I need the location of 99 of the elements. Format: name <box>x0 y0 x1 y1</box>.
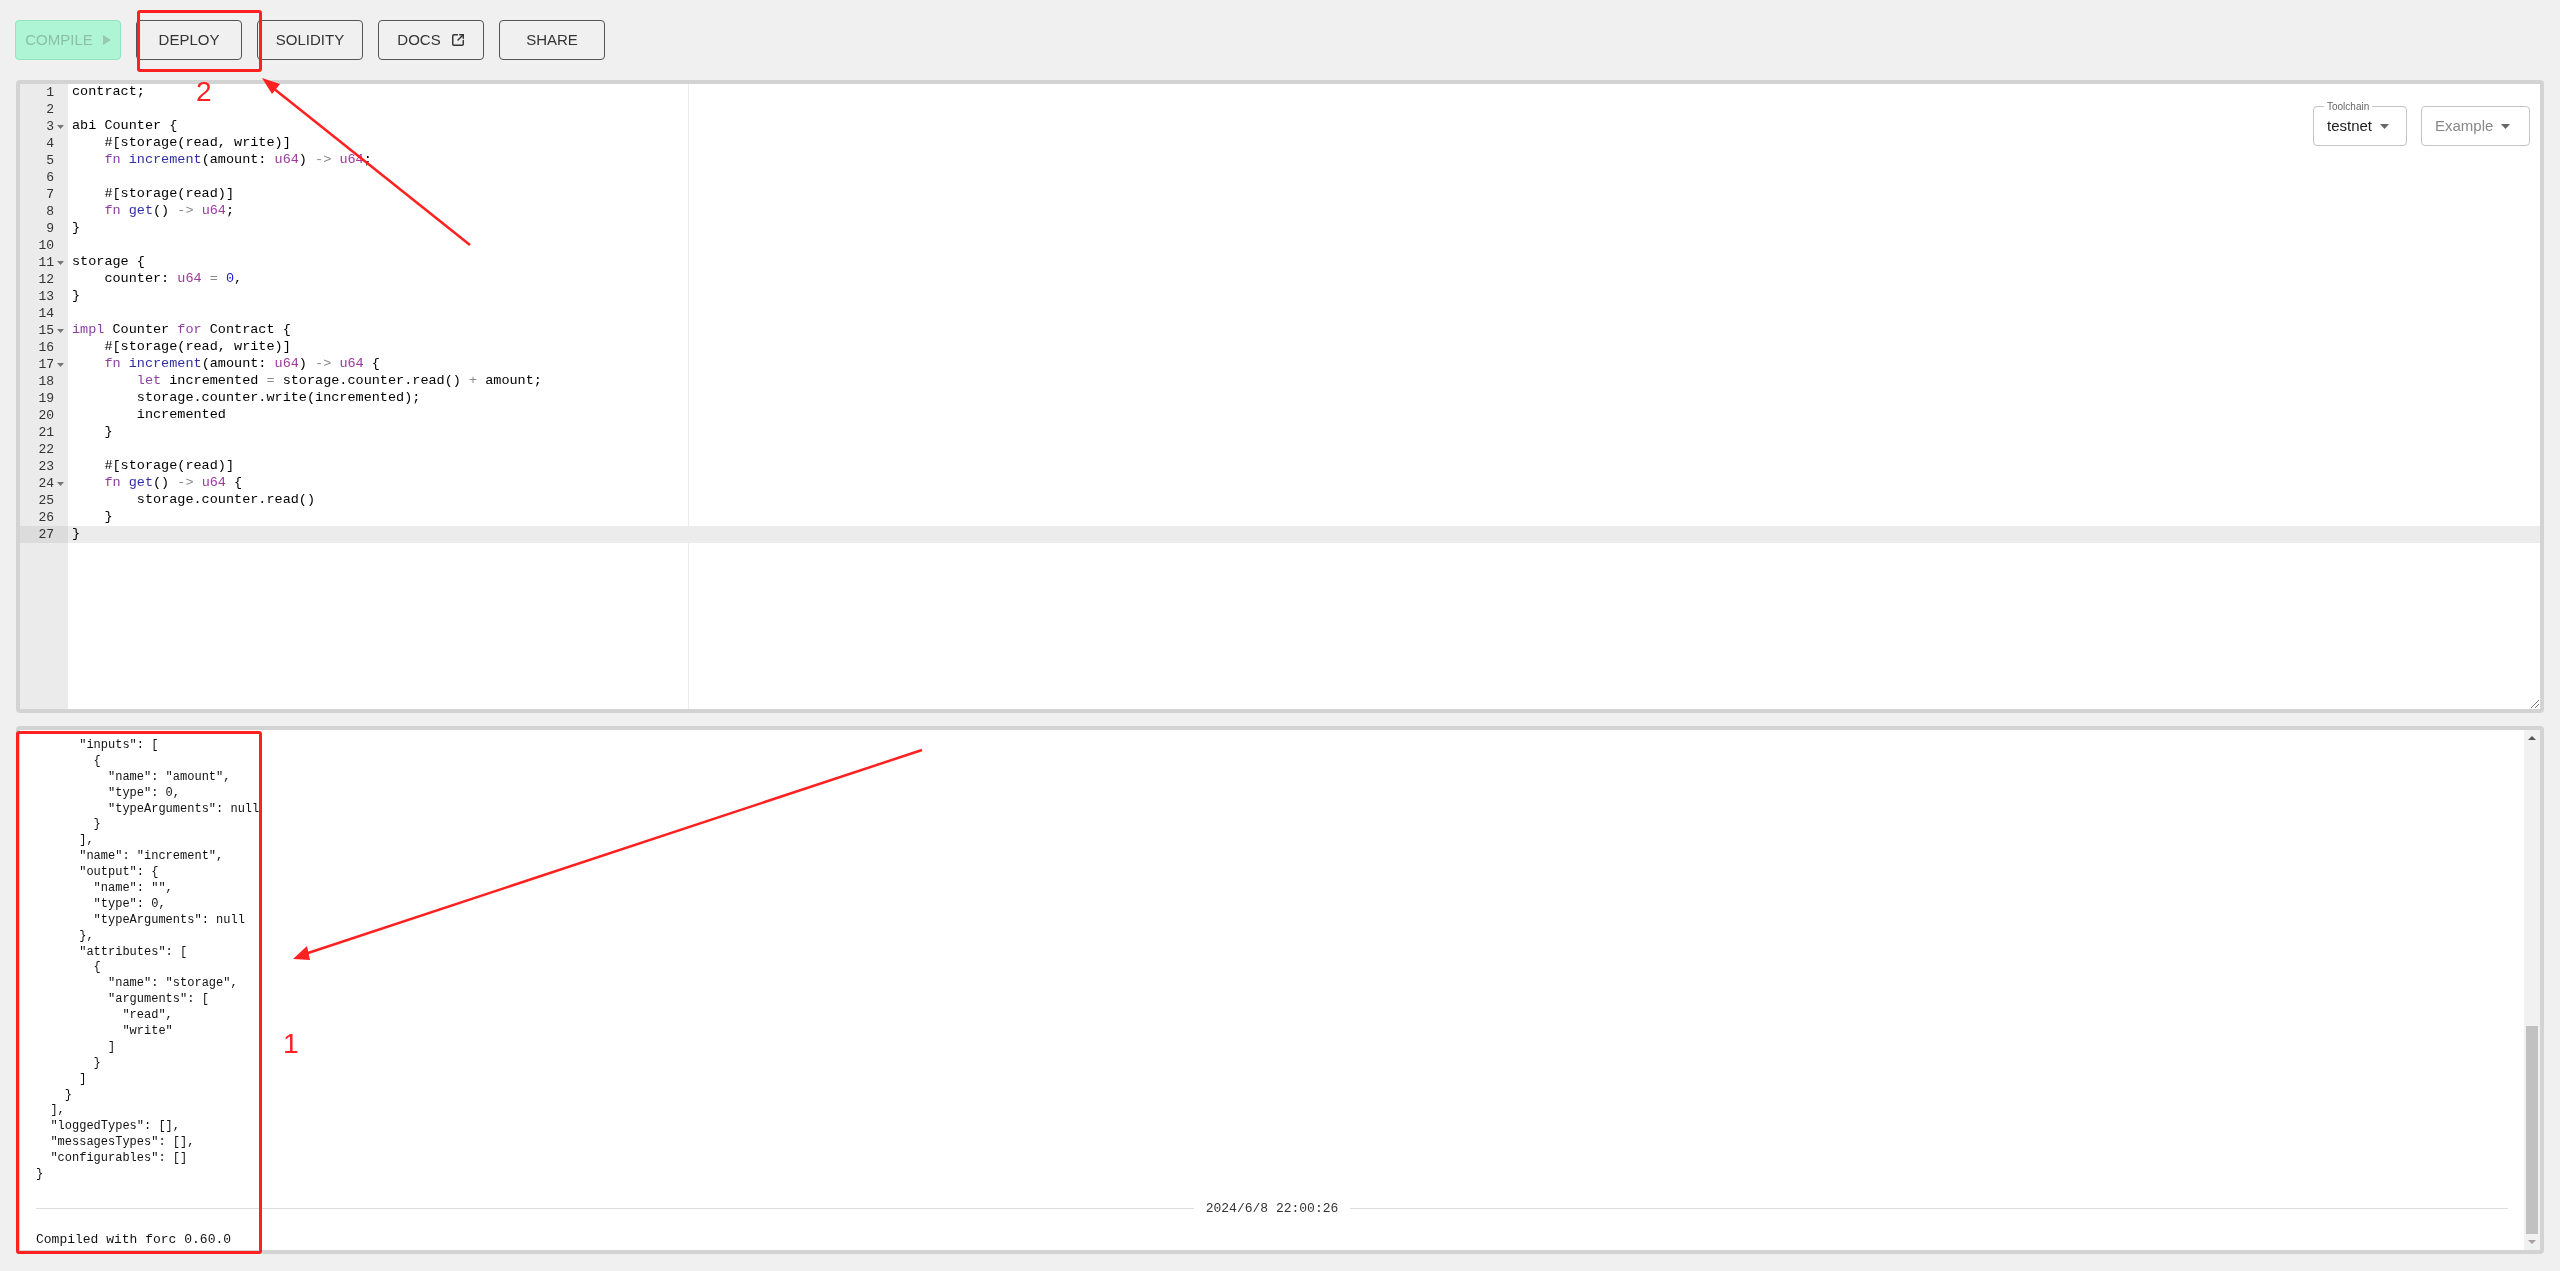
output-line: } <box>63 1087 72 1104</box>
output-line: "arguments": [ <box>107 992 209 1009</box>
code-line: abi Counter { <box>72 117 178 136</box>
code-line: #[storage(read)] <box>103 457 235 476</box>
fold-caret-icon[interactable] <box>56 124 64 129</box>
caret-down-icon <box>2501 123 2511 129</box>
output-line: "messagesTypes": [], <box>49 1135 195 1152</box>
docs-link-button[interactable]: DOCS <box>378 20 484 60</box>
output-line: { <box>92 753 101 770</box>
example-select[interactable]: Example <box>2421 106 2530 146</box>
code-line: #[storage(read, write)] <box>103 338 291 357</box>
output-line: "write" <box>121 1024 173 1040</box>
line-number: 26 <box>38 508 54 527</box>
code-line: #[storage(read)] <box>103 185 235 204</box>
output-line: "name": "storage", <box>107 976 238 993</box>
code-line: } <box>72 525 81 544</box>
line-number: 17 <box>38 355 54 374</box>
output-line: "configurables": [] <box>49 1151 188 1168</box>
line-number: 14 <box>38 304 54 323</box>
output-line: "output": { <box>78 865 159 881</box>
line-number: 10 <box>38 236 54 255</box>
output-line: ], <box>49 1103 65 1120</box>
toolbar-button[interactable]: SHARE <box>499 20 605 60</box>
fold-caret-icon[interactable] <box>56 260 64 265</box>
line-number: 2 <box>46 100 54 119</box>
output-line: "typeArguments": null <box>92 912 245 929</box>
code-line: storage.counter.write(incremented); <box>135 389 421 408</box>
line-number: 19 <box>38 389 54 408</box>
line-number: 6 <box>46 168 54 187</box>
code-line: } <box>72 219 81 238</box>
fold-caret-icon[interactable] <box>56 362 64 367</box>
scrollbar-thumb[interactable] <box>2526 1026 2538 1234</box>
output-line: } <box>36 1167 44 1183</box>
line-number: 16 <box>38 338 54 357</box>
scroll-down-icon[interactable] <box>2528 1240 2536 1244</box>
code-line: incremented <box>135 406 226 425</box>
line-number: 9 <box>46 219 54 238</box>
output-line: } <box>92 1055 101 1072</box>
output-line: "inputs": [ <box>78 738 159 754</box>
line-number: 24 <box>38 474 54 493</box>
compile-status: Compiled with forc 0.60.0 <box>36 1231 232 1250</box>
code-line: storage.counter.read() <box>135 491 316 510</box>
line-number: 15 <box>38 321 54 340</box>
line-number: 11 <box>38 253 54 272</box>
code-line: fn increment(amount: u64) -> u64 { <box>103 355 380 374</box>
annotation-number: 1 <box>283 1030 299 1058</box>
line-number: 12 <box>38 270 54 289</box>
output-line: "type": 0, <box>107 785 181 802</box>
output-line: "attributes": [ <box>78 944 188 961</box>
line-number: 3 <box>46 117 54 136</box>
code-line: fn get() -> u64; <box>103 202 235 221</box>
line-number: 4 <box>46 134 54 153</box>
toolbar-button[interactable]: SOLIDITY <box>257 20 363 60</box>
scroll-up-icon[interactable] <box>2528 736 2536 740</box>
output-line: }, <box>78 928 94 945</box>
code-line: counter: u64 = 0, <box>103 270 243 289</box>
output-line: { <box>92 960 101 977</box>
fold-caret-icon[interactable] <box>56 328 64 333</box>
resize-handle-icon[interactable] <box>2531 700 2539 708</box>
code-line: } <box>103 508 113 527</box>
external-link-icon <box>450 33 465 47</box>
code-line: fn get() -> u64 { <box>103 474 243 493</box>
line-number: 13 <box>38 287 54 306</box>
line-number: 18 <box>38 372 54 391</box>
code-line: storage { <box>72 253 145 272</box>
scrollbar[interactable] <box>2524 730 2540 1250</box>
line-number: 8 <box>46 202 54 221</box>
code-line: contract; <box>72 84 145 102</box>
output-line: "read", <box>121 1008 173 1025</box>
line-number: 23 <box>38 457 54 476</box>
line-number: 21 <box>38 423 54 442</box>
line-number: 25 <box>38 491 54 510</box>
output-line: ] <box>78 1071 87 1088</box>
code-line: } <box>72 287 81 306</box>
fold-caret-icon[interactable] <box>56 481 64 486</box>
line-number: 20 <box>38 406 54 425</box>
output-line: "name": "amount", <box>107 769 231 786</box>
line-number: 7 <box>46 185 54 204</box>
output-line: "name": "increment", <box>78 849 224 866</box>
code-line: #[storage(read, write)] <box>103 134 291 153</box>
annotation-number: 2 <box>196 78 212 106</box>
line-number: 22 <box>38 440 54 459</box>
toolbar-button[interactable]: DEPLOY <box>136 20 242 60</box>
output-line: ] <box>107 1039 116 1056</box>
code-line: impl Counter for Contract { <box>72 321 291 340</box>
output-line: ], <box>78 833 94 850</box>
line-number: 1 <box>46 84 54 102</box>
line-number: 5 <box>46 151 54 170</box>
code-line: let incremented = storage.counter.read() + amount; <box>135 372 542 391</box>
output-line: "name": "", <box>92 881 173 897</box>
line-number: 27 <box>38 525 54 544</box>
output-line: "typeArguments": null <box>107 801 260 818</box>
caret-down-icon <box>2380 123 2390 129</box>
output-line: } <box>92 817 101 834</box>
play-icon <box>102 35 111 45</box>
output-line: "type": 0, <box>92 896 166 913</box>
output-line: "loggedTypes": [], <box>49 1119 181 1136</box>
code-line: } <box>103 423 113 442</box>
timestamp: 2024/6/8 22:00:26 <box>1205 1199 1339 1218</box>
